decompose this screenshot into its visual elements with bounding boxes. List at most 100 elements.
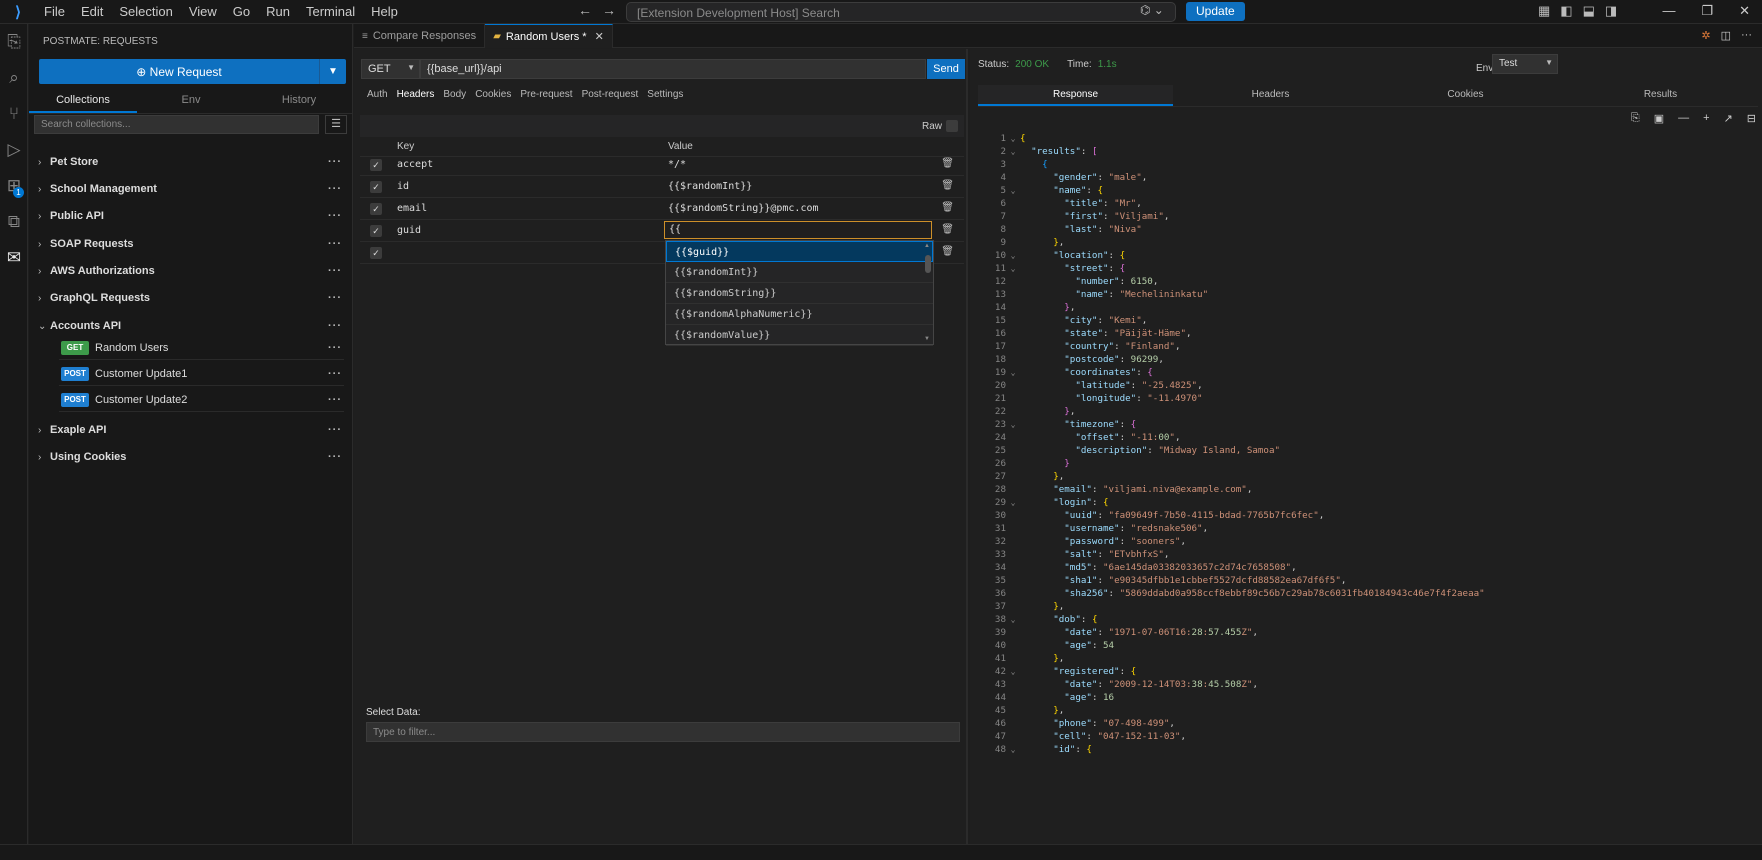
update-button[interactable]: Update xyxy=(1186,2,1245,21)
trash-icon[interactable]: 🗑 xyxy=(941,158,954,169)
fold-chevron-icon[interactable]: ⌄ xyxy=(1006,366,1020,379)
fold-chevron-icon[interactable]: ⌄ xyxy=(1006,496,1020,509)
new-request-button[interactable]: ⊕ New Request xyxy=(39,59,320,84)
tab-compare-responses[interactable]: ≡ Compare Responses xyxy=(354,24,486,48)
more-icon[interactable]: ··· xyxy=(328,210,342,222)
fold-chevron-icon[interactable]: ⌄ xyxy=(1006,418,1020,431)
tab-auth[interactable]: Auth xyxy=(367,89,388,100)
tab-response-cookies[interactable]: Cookies xyxy=(1368,85,1563,106)
menu-selection[interactable]: Selection xyxy=(111,4,180,19)
header-value-input-focused[interactable]: {{ xyxy=(664,221,932,239)
response-body-editor[interactable]: 1 ⌄{2 ⌄ "results": [3 {4 "gender": "male",… xyxy=(980,132,1760,844)
more-icon[interactable]: ··· xyxy=(328,451,342,463)
scroll-up-icon[interactable]: ▲ xyxy=(924,243,930,249)
restore-icon[interactable]: ❐ xyxy=(1701,3,1713,19)
more-actions-icon[interactable]: ··· xyxy=(1741,29,1752,42)
menu-edit[interactable]: Edit xyxy=(73,4,111,19)
header-key[interactable]: id xyxy=(397,181,409,192)
list-menu-icon[interactable]: ☰ xyxy=(325,115,347,134)
collection-exaple-api[interactable]: › Exaple API ··· xyxy=(38,420,344,440)
tab-body[interactable]: Body xyxy=(443,89,466,100)
source-control-icon[interactable]: ⑂ xyxy=(0,96,28,132)
collection-pet-store[interactable]: › Pet Store ··· xyxy=(38,152,344,172)
autocomplete-option[interactable]: {{$randomAlphaNumeric}} xyxy=(666,304,933,325)
close-window-icon[interactable]: ✕ xyxy=(1739,3,1750,19)
extensions-icon[interactable]: ⊞ 1 xyxy=(0,168,28,204)
more-icon[interactable]: ··· xyxy=(328,424,342,436)
run-debug-icon[interactable]: ▷ xyxy=(0,132,28,168)
fold-chevron-icon[interactable]: ⌄ xyxy=(1006,145,1020,158)
menu-terminal[interactable]: Terminal xyxy=(298,4,363,19)
env-select[interactable]: Test ▼ xyxy=(1492,54,1558,74)
tab-settings[interactable]: Settings xyxy=(647,89,683,100)
collection-accounts-api[interactable]: ⌄ Accounts API ··· xyxy=(38,316,344,336)
header-checkbox[interactable]: ✓ xyxy=(370,203,382,215)
header-key[interactable]: email xyxy=(397,203,427,214)
collection-public-api[interactable]: › Public API ··· xyxy=(38,206,344,226)
open-external-icon[interactable]: ↗ xyxy=(1724,112,1733,125)
collection-aws-authorizations[interactable]: › AWS Authorizations ··· xyxy=(38,261,344,281)
fold-chevron-icon[interactable]: ⌄ xyxy=(1006,249,1020,262)
collection-using-cookies[interactable]: › Using Cookies ··· xyxy=(38,447,344,467)
header-key[interactable]: accept xyxy=(397,159,433,170)
menu-view[interactable]: View xyxy=(181,4,225,19)
header-value[interactable]: {{$randomString}}@pmc.com xyxy=(668,203,819,214)
request-item[interactable]: GET Random Users ··· xyxy=(59,336,344,360)
wrap-icon[interactable]: ⊟ xyxy=(1747,112,1756,125)
tab-cookies[interactable]: Cookies xyxy=(475,89,511,100)
back-arrow-icon[interactable]: ← xyxy=(578,2,592,18)
tab-results[interactable]: Results xyxy=(1563,85,1758,106)
trash-icon[interactable]: 🗑 xyxy=(941,246,954,257)
autocomplete-option[interactable]: {{$randomValue}} xyxy=(666,325,933,346)
tab-collections[interactable]: Collections xyxy=(29,90,137,113)
tab-history[interactable]: History xyxy=(245,90,353,113)
header-checkbox[interactable]: ✓ xyxy=(370,225,382,237)
menu-run[interactable]: Run xyxy=(258,4,298,19)
more-icon[interactable]: ··· xyxy=(328,238,342,250)
save-icon[interactable]: ▣ xyxy=(1654,112,1664,125)
copilot-icon[interactable]: ⌬ ⌄ xyxy=(1140,3,1164,17)
more-icon[interactable]: ··· xyxy=(328,292,342,304)
collapse-icon[interactable]: — xyxy=(1678,112,1689,125)
search-collections-input[interactable]: Search collections... xyxy=(34,115,319,134)
trash-icon[interactable]: 🗑 xyxy=(941,202,954,213)
fold-chevron-icon[interactable]: ⌄ xyxy=(1006,262,1020,275)
trash-icon[interactable]: 🗑 xyxy=(941,180,954,191)
header-value[interactable]: */* xyxy=(668,159,686,170)
request-item[interactable]: POST Customer Update1 ··· xyxy=(59,362,344,386)
postmate-icon[interactable]: ✉ xyxy=(0,240,28,276)
tab-random-users[interactable]: ▰ Random Users * ✕ xyxy=(485,24,613,48)
toggle-panel-icon[interactable]: ⬓ xyxy=(1583,3,1595,19)
fold-chevron-icon[interactable]: ⌄ xyxy=(1006,184,1020,197)
tab-post-request[interactable]: Post-request xyxy=(582,89,639,100)
scroll-down-icon[interactable]: ▼ xyxy=(924,336,930,342)
collection-school-management[interactable]: › School Management ··· xyxy=(38,179,344,199)
header-checkbox[interactable]: ✓ xyxy=(370,159,382,171)
method-select[interactable]: GET ▼ xyxy=(361,59,420,79)
forward-arrow-icon[interactable]: → xyxy=(602,2,616,18)
minimize-icon[interactable]: — xyxy=(1662,3,1675,19)
menu-help[interactable]: Help xyxy=(363,4,406,19)
header-value[interactable]: {{$randomInt}} xyxy=(668,181,752,192)
copy-icon[interactable]: ⎘ xyxy=(1631,112,1640,125)
collection-soap-requests[interactable]: › SOAP Requests ··· xyxy=(38,234,344,254)
fold-chevron-icon[interactable]: ⌄ xyxy=(1006,613,1020,626)
command-center-search[interactable]: [Extension Development Host] Search xyxy=(626,2,1176,22)
expand-icon[interactable]: + xyxy=(1703,112,1709,125)
menu-file[interactable]: File xyxy=(36,4,73,19)
fold-chevron-icon[interactable]: ⌄ xyxy=(1006,665,1020,678)
remote-explorer-icon[interactable]: ⧉ xyxy=(0,204,28,240)
fold-chevron-icon[interactable]: ⌄ xyxy=(1006,132,1020,145)
new-request-dropdown-icon[interactable]: ▼ xyxy=(320,59,346,84)
more-icon[interactable]: ··· xyxy=(328,342,342,354)
filter-input[interactable]: Type to filter... xyxy=(366,722,960,742)
header-key[interactable]: guid xyxy=(397,225,421,236)
fold-chevron-icon[interactable]: ⌄ xyxy=(1006,743,1020,756)
split-editor-icon[interactable]: ◫ xyxy=(1721,29,1731,42)
close-tab-icon[interactable]: ✕ xyxy=(595,30,604,43)
tab-response-headers[interactable]: Headers xyxy=(1173,85,1368,106)
more-icon[interactable]: ··· xyxy=(328,156,342,168)
raw-checkbox[interactable] xyxy=(946,120,958,132)
explorer-icon[interactable]: ⎘ xyxy=(0,24,28,60)
send-button[interactable]: Send xyxy=(927,59,965,79)
